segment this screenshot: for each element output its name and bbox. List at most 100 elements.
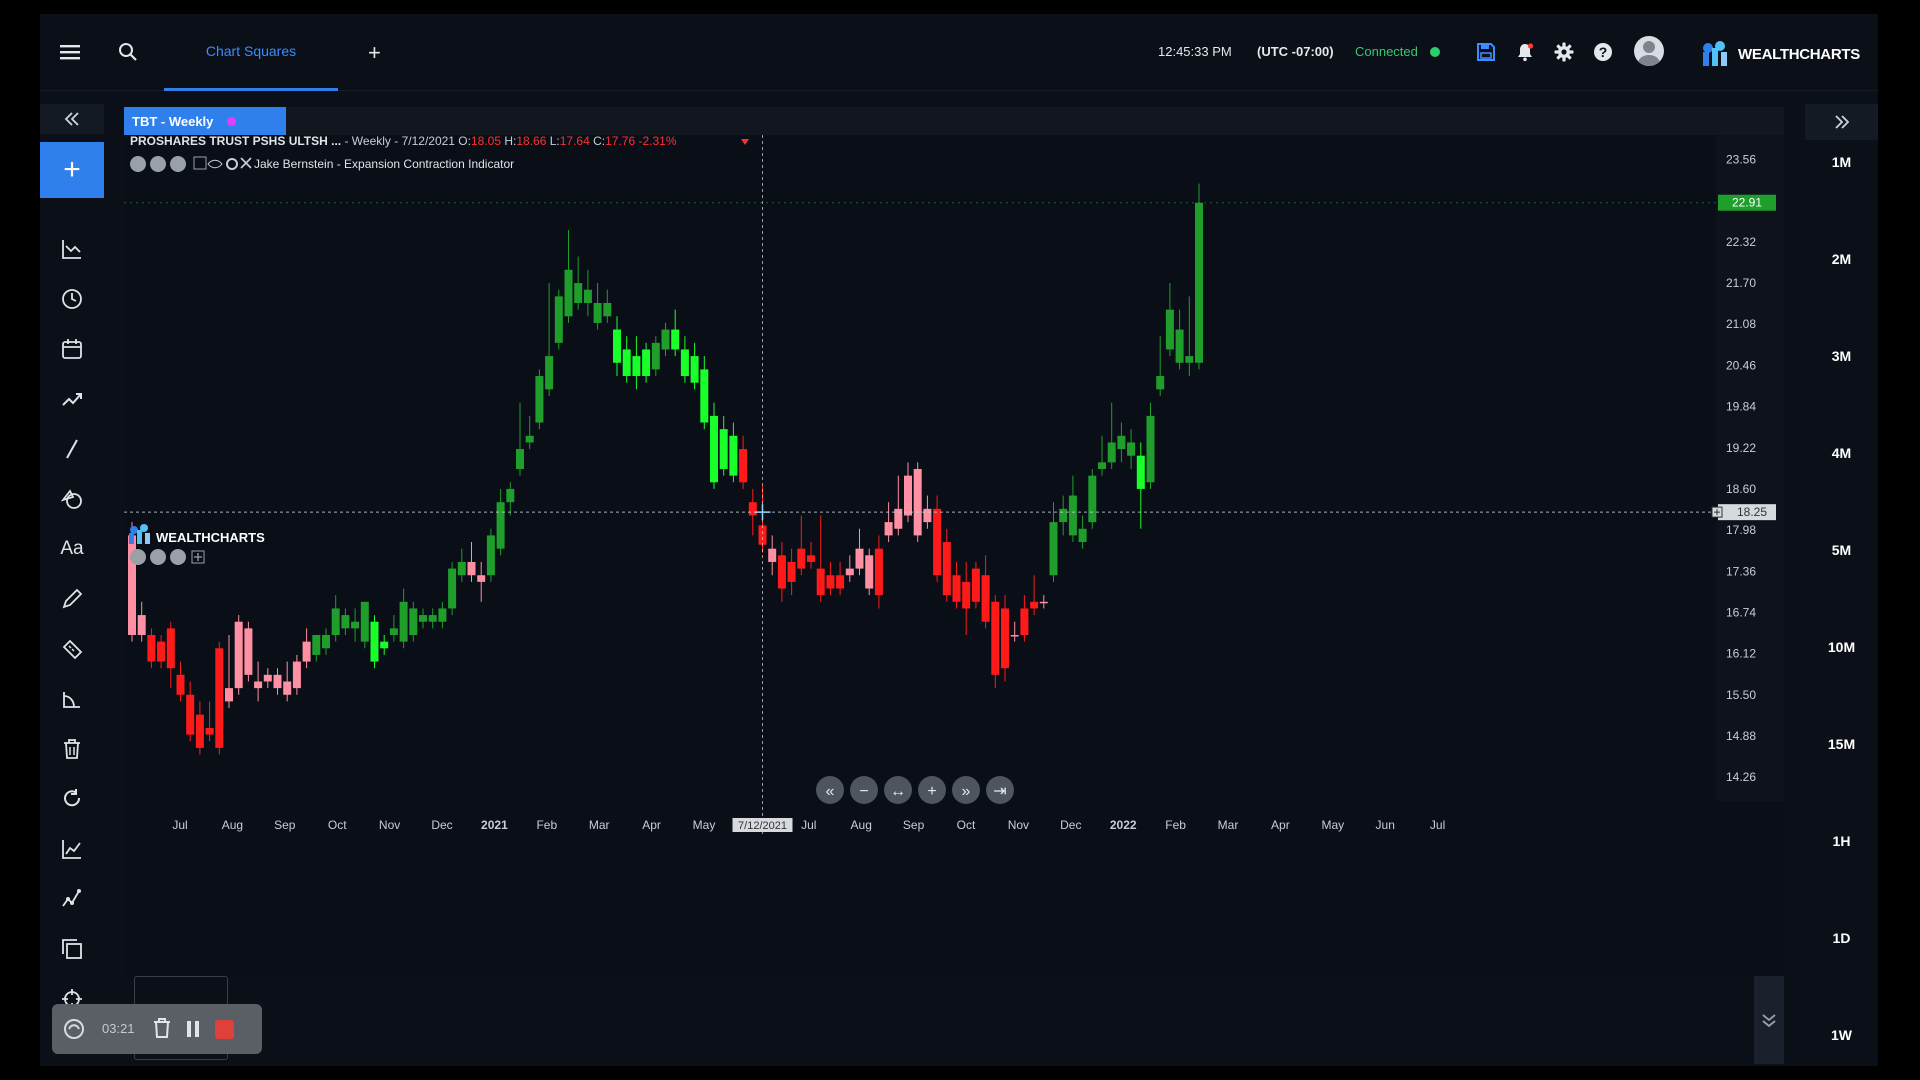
shapes-icon[interactable] xyxy=(50,480,94,518)
candle-body xyxy=(991,601,1000,675)
pencil-icon[interactable] xyxy=(50,580,94,618)
timeframe-10m[interactable]: 10M xyxy=(1805,639,1878,655)
add-tab-icon[interactable]: + xyxy=(368,40,381,66)
candle-body xyxy=(671,329,680,350)
last-price-label: 22.91 xyxy=(1732,196,1762,210)
candle-body xyxy=(1107,442,1116,463)
timeframe-15m[interactable]: 15M xyxy=(1805,736,1878,752)
bell-icon[interactable] xyxy=(1511,38,1539,66)
text-tool-icon[interactable]: Aa xyxy=(50,530,94,568)
chart-panel[interactable]: TBT - Weekly 23.56 22.32 21.70 21.08 20.46 19… xyxy=(124,107,1784,977)
time-tick-label: 2022 xyxy=(1110,818,1137,832)
refresh-icon[interactable] xyxy=(50,780,94,818)
help-icon[interactable]: ? xyxy=(1589,38,1617,66)
line-tool-icon[interactable] xyxy=(50,430,94,468)
expand-panel-icon[interactable] xyxy=(1754,976,1784,1064)
trash-icon[interactable] xyxy=(50,730,94,768)
candle-body xyxy=(816,568,825,596)
candle-body xyxy=(1165,309,1174,350)
add-alert-icon[interactable] xyxy=(1711,506,1723,518)
candle-body xyxy=(836,575,845,589)
candle-body xyxy=(1059,508,1068,523)
candle-body xyxy=(273,674,282,689)
copy-icon[interactable] xyxy=(50,930,94,968)
angle-tool-icon[interactable] xyxy=(50,680,94,718)
candle-body xyxy=(399,601,408,642)
candle-body xyxy=(680,349,689,377)
ohlc-part: 17.76 xyxy=(605,135,635,148)
candle-body xyxy=(690,356,699,383)
time-tick-label: Nov xyxy=(379,818,400,832)
recorder-pause-icon[interactable] xyxy=(187,1021,199,1037)
chart-type-icon[interactable] xyxy=(50,230,94,268)
indicator-settings-icon[interactable] xyxy=(130,156,146,172)
candle-body xyxy=(137,615,146,635)
ruler-icon[interactable] xyxy=(50,630,94,668)
ohlc-header: PROSHARES TRUST PSHS ULTSH ... - Weekly … xyxy=(130,135,677,148)
timeframe-1w[interactable]: 1W xyxy=(1805,1027,1878,1043)
hamburger-menu-icon[interactable] xyxy=(56,38,84,66)
timeframe-3m[interactable]: 3M xyxy=(1805,348,1878,364)
timeframe-1d[interactable]: 1D xyxy=(1805,930,1878,946)
indicator2-up-icon[interactable] xyxy=(170,549,186,565)
candle-body xyxy=(632,356,641,377)
candle xyxy=(448,561,457,616)
candlestick-chart[interactable]: 23.56 22.32 21.70 21.08 20.46 19.84 19.22 18.60… xyxy=(124,135,1784,977)
candle-body xyxy=(244,628,253,675)
candle-body xyxy=(758,525,767,545)
candle xyxy=(244,621,253,682)
time-tick-label: Oct xyxy=(328,818,347,832)
candle-body xyxy=(215,648,224,748)
trend-icon[interactable] xyxy=(50,380,94,418)
tab-chart-squares[interactable]: Chart Squares xyxy=(164,14,338,91)
time-tick-label: Dec xyxy=(1060,818,1081,832)
ohlc-part: 18.66 xyxy=(516,135,546,148)
indicator-up-icon[interactable] xyxy=(170,156,186,172)
indicator-down-icon[interactable] xyxy=(150,156,166,172)
candle-body xyxy=(1068,495,1077,536)
time-tick-label: Aug xyxy=(851,818,872,832)
indicator2-down-icon[interactable] xyxy=(150,549,166,565)
timeframe-5m[interactable]: 5M xyxy=(1805,542,1878,558)
chart-tab[interactable]: TBT - Weekly xyxy=(124,107,286,135)
candle-body xyxy=(322,635,330,649)
timeframe-4m[interactable]: 4M xyxy=(1805,445,1878,461)
ohlc-part: 17.64 xyxy=(560,135,590,148)
candle xyxy=(913,462,922,543)
timeframe-1m[interactable]: 1M xyxy=(1805,154,1878,170)
gear-icon[interactable] xyxy=(1550,38,1578,66)
candle-body xyxy=(516,449,524,469)
clock-icon[interactable] xyxy=(50,280,94,318)
candle-body xyxy=(176,674,185,695)
candle-body xyxy=(1136,455,1145,489)
calendar-icon[interactable] xyxy=(50,330,94,368)
wave-tool-icon[interactable] xyxy=(50,880,94,918)
save-icon[interactable] xyxy=(1472,38,1500,66)
candle xyxy=(215,641,224,755)
candle xyxy=(865,548,874,596)
candle-body xyxy=(651,342,660,370)
time-tick-label: Apr xyxy=(1271,818,1290,832)
search-icon[interactable] xyxy=(114,38,142,66)
add-chart-button[interactable]: + xyxy=(40,142,104,198)
user-avatar[interactable] xyxy=(1634,36,1664,66)
indicator-chart-icon[interactable] xyxy=(50,830,94,868)
time-tick-label: Sep xyxy=(274,818,296,832)
timeframe-2m[interactable]: 2M xyxy=(1805,251,1878,267)
top-bar: Chart Squares + 12:45:33 PM (UTC -07:00)… xyxy=(40,14,1878,91)
candle-body xyxy=(486,535,495,576)
candle-body xyxy=(448,568,457,609)
recorder-stop-button[interactable] xyxy=(215,1020,234,1039)
candle xyxy=(234,615,243,695)
chart-tab-label: TBT - Weekly xyxy=(132,113,214,129)
candle xyxy=(360,601,369,649)
indicator2-settings-icon[interactable] xyxy=(130,549,146,565)
time-tick-label: Apr xyxy=(642,818,661,832)
collapse-left-icon[interactable] xyxy=(40,104,104,134)
candle-body xyxy=(564,269,573,317)
candle-body xyxy=(312,635,321,655)
timeframe-1h[interactable]: 1H xyxy=(1805,833,1878,849)
candle-body xyxy=(962,581,971,609)
recorder-trash-icon[interactable] xyxy=(154,1018,170,1038)
collapse-right-icon[interactable] xyxy=(1805,104,1878,140)
